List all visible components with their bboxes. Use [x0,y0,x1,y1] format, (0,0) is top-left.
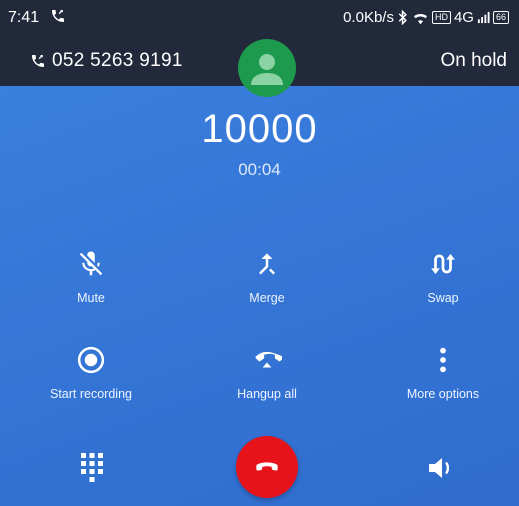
status-time: 7:41 [8,9,40,26]
merge-label: Merge [249,291,285,305]
caller-avatar [238,39,296,97]
signal-icon [477,11,490,24]
status-bar: 7:41 0.0Kb/s HD 4G 66 [0,0,519,36]
wifi-icon [413,13,428,24]
hd-badge: HD [431,11,451,24]
hangup-all-label: Hangup all [237,387,297,401]
caller-name: 10000 [201,107,318,151]
swap-button[interactable]: Swap [358,249,519,305]
more-options-label: More options [406,387,480,401]
held-call-status: On hold [440,50,507,71]
speaker-icon[interactable] [420,448,460,488]
call-timer: 00:04 [238,160,281,179]
merge-button[interactable]: Merge [182,249,352,305]
call-status-icon [52,9,64,22]
swap-label: Swap [427,291,459,305]
held-call-number: 052 5263 9191 [52,50,183,71]
person-icon [251,54,283,85]
mute-button[interactable]: Mute [6,249,176,305]
battery-level: 66 [492,11,509,24]
in-call-screen: 7:41 0.0Kb/s HD 4G 66 052 5263 9191 On h… [0,0,519,506]
mute-label: Mute [77,291,105,305]
bluetooth-icon [398,10,407,25]
merge-icon [258,253,276,275]
start-recording-label: Start recording [50,387,132,401]
hangup-button[interactable] [236,436,298,498]
more-vertical-icon [440,347,446,373]
mic-off-icon [79,251,103,276]
dialpad-icon[interactable] [72,448,112,488]
network-speed: 0.0Kb/s [343,9,394,26]
network-type: 4G [453,9,474,26]
hangup-all-icon [255,351,282,368]
record-icon [77,346,105,374]
swap-icon [431,254,455,274]
start-recording-button[interactable]: Start recording [6,345,176,401]
hangup-icon [256,462,278,471]
status-indicators: 0.0Kb/s HD 4G 66 [343,9,509,26]
more-options-button[interactable]: More options [358,345,519,401]
call-status-icon [32,55,44,67]
hangup-all-button[interactable]: Hangup all [182,345,352,401]
